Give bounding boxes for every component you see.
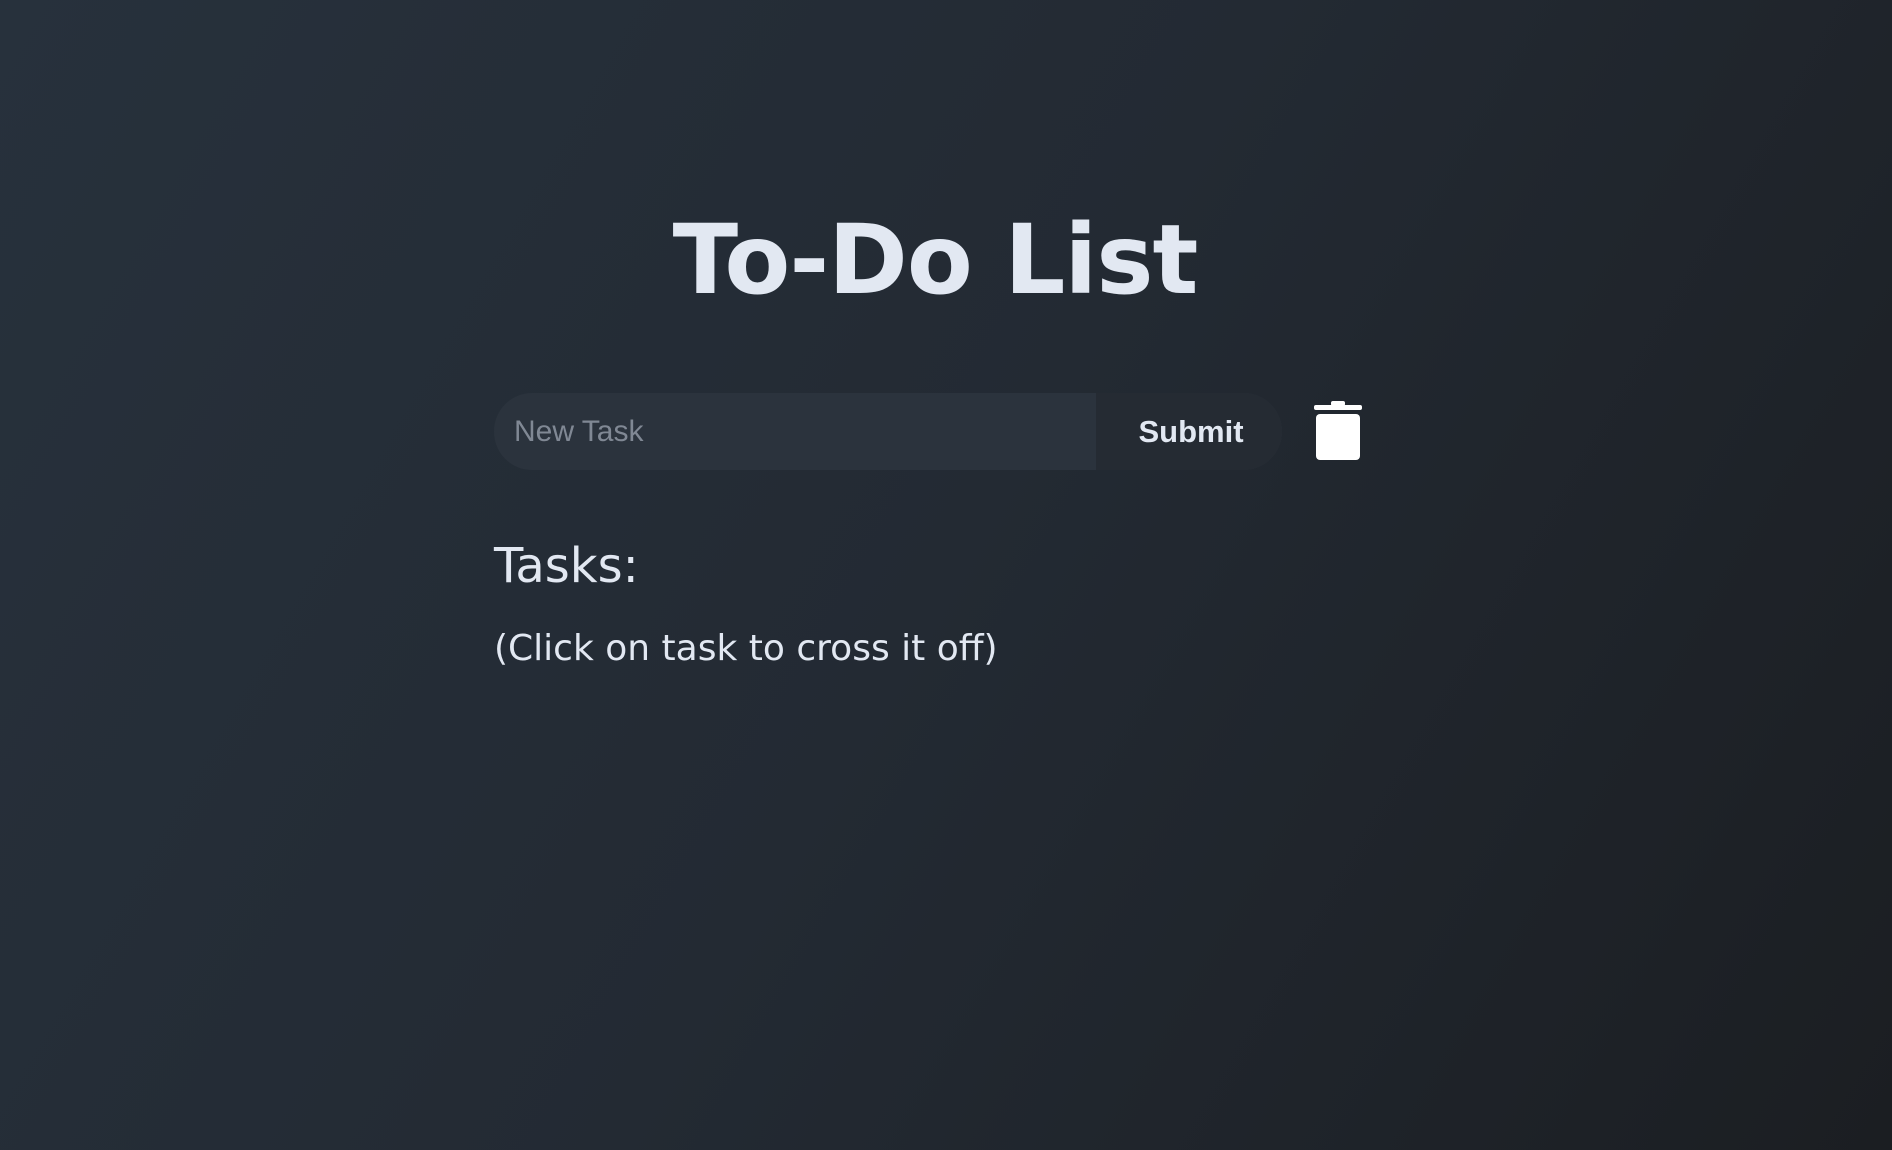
tasks-heading: Tasks: bbox=[494, 538, 639, 594]
new-task-form: Submit bbox=[494, 393, 1282, 470]
submit-button[interactable]: Submit bbox=[1096, 393, 1282, 470]
tasks-hint: (Click on task to cross it off) bbox=[494, 628, 998, 669]
page-title: To-Do List bbox=[672, 204, 1199, 316]
trash-icon bbox=[1314, 401, 1362, 460]
clear-tasks-button[interactable] bbox=[1310, 400, 1366, 462]
new-task-input[interactable] bbox=[494, 393, 1096, 470]
